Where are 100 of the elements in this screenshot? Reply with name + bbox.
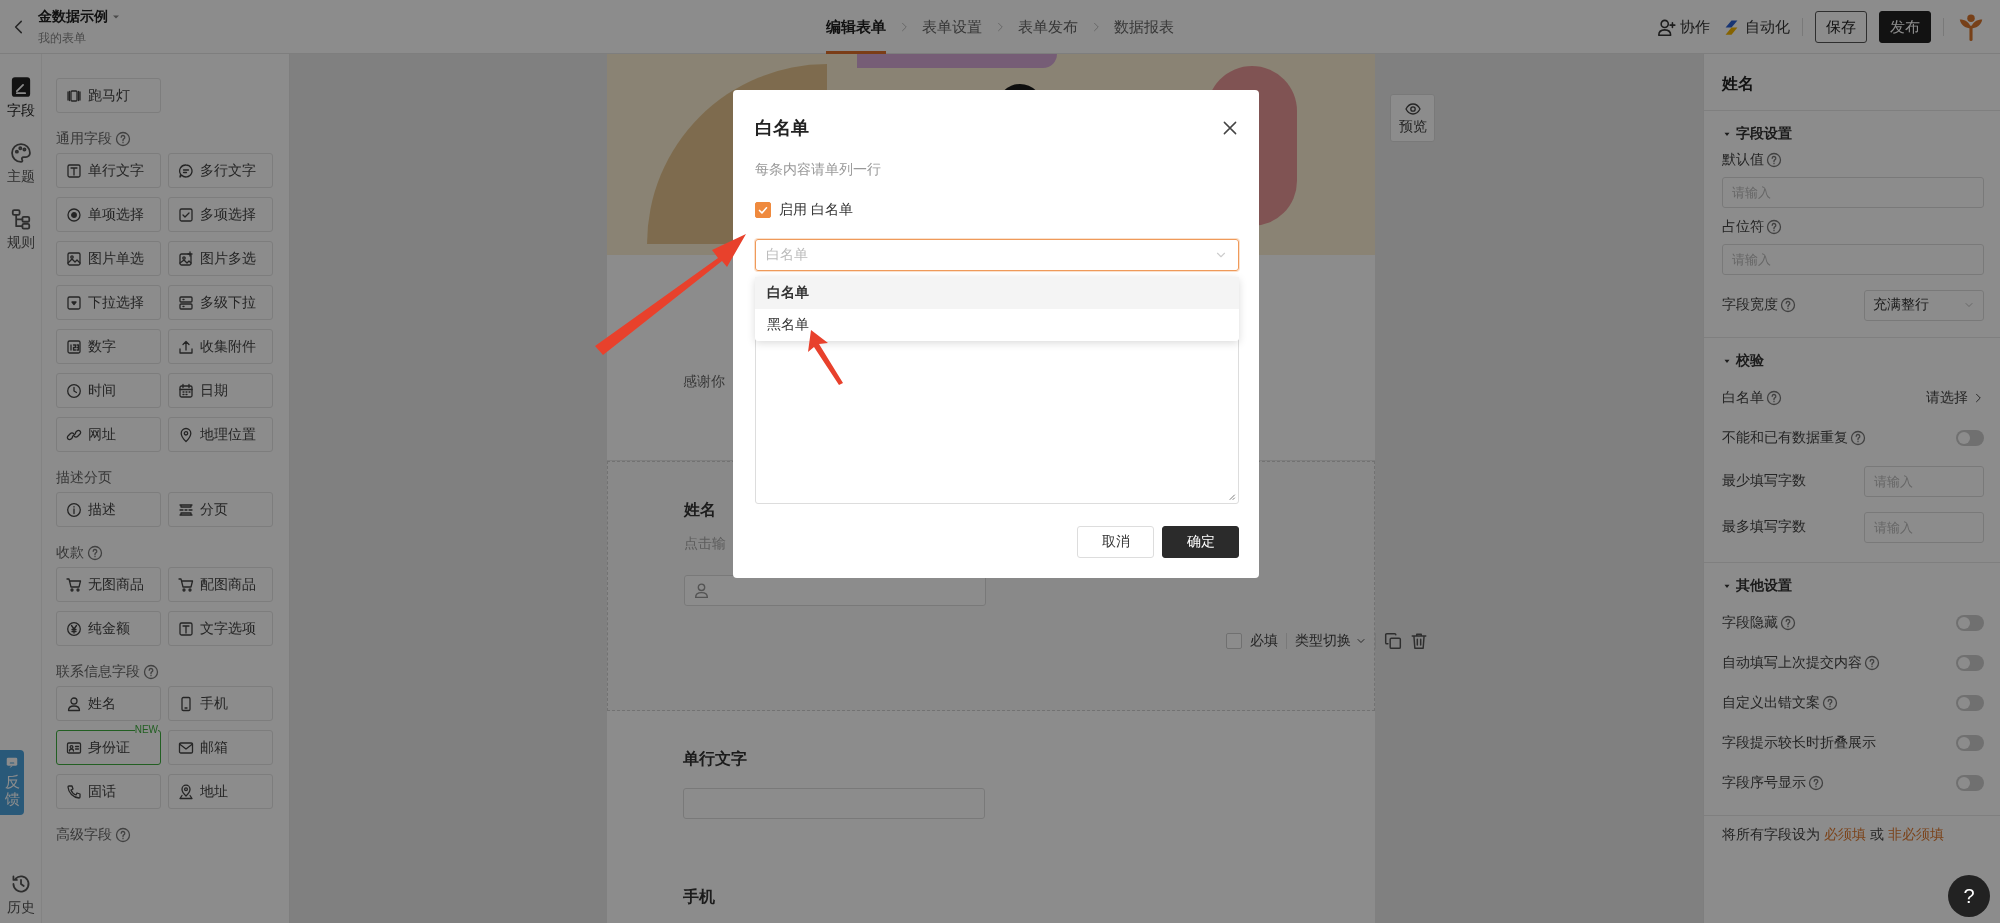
select-placeholder: 白名单 bbox=[766, 246, 808, 264]
number-icon bbox=[66, 338, 82, 355]
section-toggle[interactable]: 校验 bbox=[1722, 352, 1984, 370]
field-type-card[interactable]: 图片多选 bbox=[168, 241, 273, 276]
field-type-card[interactable]: 姓名 bbox=[56, 686, 161, 721]
field-type-card[interactable]: 图片单选 bbox=[56, 241, 161, 276]
toggle-switch[interactable] bbox=[1956, 615, 1984, 631]
setting-label: 占位符 bbox=[1722, 218, 1764, 236]
location-pin-icon bbox=[178, 426, 194, 443]
field-type-card[interactable]: 文字选项 bbox=[168, 611, 273, 646]
checkbox-label[interactable]: 启用 白名单 bbox=[779, 201, 853, 219]
mobile-phone-icon bbox=[178, 695, 194, 712]
cancel-button[interactable]: 取消 bbox=[1077, 526, 1154, 558]
field-type-card[interactable]: 描述 bbox=[56, 492, 161, 527]
rail-tab[interactable]: 字段 bbox=[6, 76, 35, 120]
stacked-bars-icon bbox=[178, 294, 194, 311]
form-title[interactable]: 金数据示例 bbox=[38, 7, 108, 26]
section-heading: 收款 bbox=[56, 544, 84, 562]
marquee-icon bbox=[66, 87, 82, 104]
collaborate-button[interactable]: 协作 bbox=[1657, 17, 1710, 37]
rail-tab[interactable]: 规则 bbox=[6, 208, 35, 252]
setting-label: 自动填写上次提交内容 bbox=[1722, 654, 1862, 672]
setting-label: 白名单 bbox=[1722, 389, 1764, 407]
toggle-switch[interactable] bbox=[1956, 430, 1984, 446]
setting-label: 最少填写字数 bbox=[1722, 472, 1806, 490]
map-pin-icon bbox=[178, 783, 194, 800]
new-badge: NEW bbox=[134, 724, 158, 735]
step-tab[interactable]: 表单设置 bbox=[922, 0, 982, 54]
person-icon bbox=[66, 695, 82, 712]
bulk-required-sentence: 将所有字段设为 必须填 或 非必须填 bbox=[1722, 826, 1945, 844]
image-plus-icon bbox=[178, 250, 194, 267]
panel-title: 姓名 bbox=[1704, 54, 2000, 111]
required-link[interactable]: 必须填 bbox=[1823, 826, 1866, 842]
dropdown-option[interactable]: 白名单 bbox=[755, 277, 1239, 309]
eye-icon bbox=[1404, 100, 1421, 117]
optional-link[interactable]: 非必须填 bbox=[1887, 826, 1944, 842]
field-type-card[interactable]: 跑马灯 bbox=[56, 78, 161, 113]
type-switch-button[interactable]: 类型切换 bbox=[1295, 632, 1367, 650]
flowchart-icon bbox=[9, 208, 32, 230]
checkbox[interactable] bbox=[1226, 633, 1242, 649]
field-type-card[interactable]: 单项选择 bbox=[56, 197, 161, 232]
field-type-card[interactable]: 手机 bbox=[168, 686, 273, 721]
phone-handset-icon bbox=[66, 783, 82, 800]
section-heading: 通用字段 bbox=[56, 130, 112, 148]
palette-icon bbox=[9, 142, 32, 164]
confirm-button[interactable]: 确定 bbox=[1162, 526, 1239, 558]
field-type-card[interactable]: 多项选择 bbox=[168, 197, 273, 232]
field-type-card[interactable]: 多行文字 bbox=[168, 153, 273, 188]
dialog-title: 白名单 bbox=[755, 116, 809, 140]
field-type-card[interactable]: 日期 bbox=[168, 373, 273, 408]
toggle-switch[interactable] bbox=[1956, 695, 1984, 711]
setting-label: 字段宽度 bbox=[1722, 296, 1778, 314]
width-select[interactable]: 充满整行 bbox=[1864, 289, 1984, 321]
cart-icon bbox=[178, 576, 194, 593]
field-type-card[interactable]: 邮箱 bbox=[168, 730, 273, 765]
yuan-icon bbox=[66, 620, 82, 637]
field-type-card[interactable]: 网址 bbox=[56, 417, 161, 452]
field-type-card[interactable]: 纯金额 bbox=[56, 611, 161, 646]
toggle-switch[interactable] bbox=[1956, 775, 1984, 791]
field-type-card[interactable]: 时间 bbox=[56, 373, 161, 408]
field-type-card[interactable]: 地理位置 bbox=[168, 417, 273, 452]
setting-label: 自定义出错文案 bbox=[1722, 694, 1820, 712]
image-icon bbox=[66, 250, 82, 267]
text-box-icon bbox=[66, 162, 82, 179]
toggle-switch[interactable] bbox=[1956, 655, 1984, 671]
step-tab[interactable]: 数据报表 bbox=[1114, 0, 1174, 54]
section-toggle[interactable]: 其他设置 bbox=[1722, 577, 1984, 595]
field-type-card[interactable]: 地址 bbox=[168, 774, 273, 809]
required-label[interactable]: 必填 bbox=[1250, 632, 1278, 650]
trash-icon[interactable] bbox=[1410, 632, 1428, 650]
field-type-card[interactable]: 无图商品 bbox=[56, 567, 161, 602]
publish-button[interactable]: 发布 bbox=[1879, 11, 1931, 43]
preview-button[interactable]: 预览 bbox=[1390, 94, 1435, 142]
automation-button[interactable]: 自动化 bbox=[1722, 17, 1790, 37]
dropdown-option[interactable]: 黑名单 bbox=[755, 309, 1239, 341]
field-type-card[interactable]: 配图商品 bbox=[168, 567, 273, 602]
field-type-card[interactable]: 多级下拉 bbox=[168, 285, 273, 320]
step-tab[interactable]: 表单发布 bbox=[1018, 0, 1078, 54]
checkbox[interactable] bbox=[755, 202, 771, 218]
field-type-card[interactable]: 固话 bbox=[56, 774, 161, 809]
section-heading: 描述分页 bbox=[56, 469, 112, 487]
section-heading: 联系信息字段 bbox=[56, 663, 140, 681]
field-type-card[interactable]: 单行文字 bbox=[56, 153, 161, 188]
form-subtitle: 我的表单 bbox=[38, 29, 87, 47]
setting-label: 最多填写字数 bbox=[1722, 518, 1806, 536]
rail-tab[interactable]: 主题 bbox=[6, 142, 35, 186]
checkbox-icon bbox=[178, 206, 194, 223]
save-button[interactable]: 保存 bbox=[1815, 11, 1867, 43]
section-toggle[interactable]: 字段设置 bbox=[1722, 125, 1984, 143]
clock-icon bbox=[66, 382, 82, 399]
toggle-switch[interactable] bbox=[1956, 735, 1984, 751]
history-tab[interactable]: 历史 bbox=[6, 873, 35, 917]
edit-document-icon bbox=[9, 76, 32, 98]
calendar-icon bbox=[178, 382, 194, 399]
field-type-card[interactable]: 收集附件 bbox=[168, 329, 273, 364]
choose-link[interactable]: 请选择 bbox=[1926, 389, 1984, 407]
field-type-card[interactable]: 分页 bbox=[168, 492, 273, 527]
field-type-card[interactable]: 数字 bbox=[56, 329, 161, 364]
copy-icon[interactable] bbox=[1384, 632, 1402, 650]
field-type-card[interactable]: 下拉选择 bbox=[56, 285, 161, 320]
